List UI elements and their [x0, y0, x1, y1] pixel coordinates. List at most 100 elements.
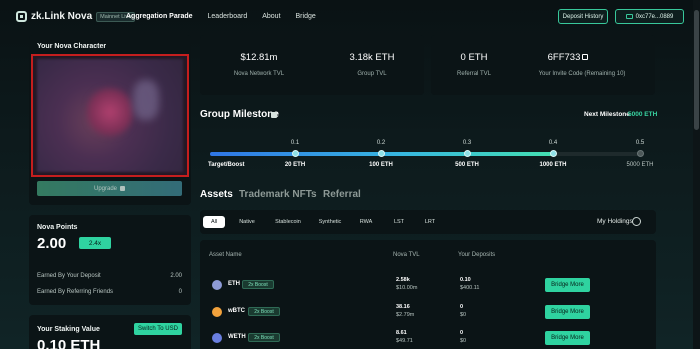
milestone-boost-2: 0.3: [462, 140, 472, 146]
token-icon-wbtc: [212, 307, 222, 317]
deposit-amount: 0.10: [460, 277, 471, 283]
nav-link-bridge[interactable]: Bridge: [296, 13, 316, 20]
upgrade-button[interactable]: Upgrade: [37, 181, 182, 196]
filter-native[interactable]: Native: [234, 216, 260, 228]
earned-by-referral-value: 0: [178, 289, 182, 295]
nova-tvl-amount: 8.61: [396, 330, 407, 336]
next-milestone-label: Next Milestone: [584, 111, 630, 118]
tab-assets[interactable]: Assets: [200, 189, 233, 200]
nova-points-value: 2.00: [37, 235, 67, 252]
filter-synthetic[interactable]: Synthetic: [316, 216, 344, 228]
token-name: wBTC: [228, 308, 245, 314]
deposit-amount: 0: [460, 304, 464, 310]
nova-tvl-label: Nova Network TVL: [233, 71, 285, 77]
earned-by-deposit-row: Earned By Your Deposit 2.00: [37, 273, 182, 279]
token-icon-weth: [212, 333, 222, 343]
milestone-dot-4: [636, 150, 644, 157]
referral-tvl-label: Referral TVL: [457, 71, 491, 77]
deposit-amount: 0: [460, 330, 464, 336]
top-nav: zk.Link Nova Mainnet Live Aggregation Pa…: [0, 0, 700, 34]
logo-icon: [16, 11, 27, 22]
wallet-icon: [625, 14, 633, 19]
milestone-dot-3: [549, 150, 557, 157]
boost-badge: 2x Boost: [248, 333, 280, 342]
tab-referral[interactable]: Referral: [323, 189, 361, 200]
character-accessory: [133, 80, 159, 120]
milestone-boost-4: 0.5: [635, 140, 645, 146]
token-icon-eth: [212, 280, 222, 290]
earned-by-referral-label: Earned By Referring Friends: [37, 289, 114, 295]
milestone-title: Group Milestone: [200, 109, 279, 120]
brand-name: zk.Link Nova: [31, 11, 93, 22]
deposit-usd: $400.11: [460, 285, 480, 291]
bridge-more-button[interactable]: Bridge More: [545, 278, 590, 292]
nova-tvl-amount: 38.16: [396, 304, 410, 310]
milestone-target-2: 500 ETH: [455, 162, 479, 168]
group-tvl-label: Group TVL: [357, 71, 387, 77]
nav-link-leaderboard[interactable]: Leaderboard: [208, 13, 248, 20]
milestone-target-0: 20 ETH: [284, 162, 306, 168]
milestone-dot-0: [291, 150, 299, 157]
milestone-progress-track: [210, 152, 642, 156]
wallet-address: 0xc77e...0889: [635, 13, 674, 20]
boost-badge: 2x Boost: [242, 280, 274, 289]
info-icon[interactable]: [271, 112, 277, 118]
nova-tvl-amount: 2.58k: [396, 277, 410, 283]
header-asset-name: Asset Name: [209, 252, 242, 258]
milestone-target-1: 100 ETH: [369, 162, 393, 168]
nova-tvl-usd: $2.79m: [396, 312, 415, 318]
header-nova-tvl: Nova TVL: [393, 252, 420, 258]
earned-by-deposit-label: Earned By Your Deposit: [37, 273, 101, 279]
target-boost-label: Target/Boost: [208, 162, 245, 168]
token-name: ETH: [228, 281, 240, 287]
milestone-dot-1: [377, 150, 385, 157]
boost-badge: 2x Boost: [248, 307, 280, 316]
filter-lrt[interactable]: LRT: [422, 216, 438, 228]
filter-lst[interactable]: LST: [391, 216, 407, 228]
referral-tvl-value: 0 ETH: [460, 52, 488, 63]
staking-value: 0.10 ETH: [37, 337, 101, 349]
upgrade-label: Upgrade: [93, 185, 117, 192]
deposit-usd: $0: [460, 338, 467, 344]
invite-code-value: 6FF733: [547, 52, 581, 63]
milestone-boost-1: 0.2: [376, 140, 386, 146]
milestone-target-4: 5000 ETH: [626, 162, 654, 168]
filter-all[interactable]: All: [203, 216, 225, 228]
milestone-dot-2: [463, 150, 471, 157]
my-holdings-toggle[interactable]: [632, 217, 641, 226]
bridge-more-button[interactable]: Bridge More: [545, 305, 590, 319]
tab-trademark-nfts[interactable]: Trademark NFTs: [239, 189, 317, 200]
character-figure: [87, 86, 133, 138]
deposit-usd: $0: [460, 312, 467, 318]
network-stats-panel: [200, 35, 424, 95]
group-tvl-value: 3.18k ETH: [349, 52, 395, 63]
scroll-thumb[interactable]: [694, 10, 699, 130]
nav-links: Aggregation Parade Leaderboard About Bri…: [126, 13, 331, 20]
points-boost-badge: 2.4x: [79, 237, 111, 249]
character-image: [31, 54, 189, 177]
nova-tvl-usd: $10.00m: [396, 285, 418, 291]
token-name: WETH: [228, 334, 246, 340]
switch-to-usd-button[interactable]: Switch To USD: [134, 323, 182, 335]
invite-code[interactable]: 6FF733: [528, 52, 608, 63]
milestone-boost-3: 0.4: [548, 140, 558, 146]
bridge-more-button[interactable]: Bridge More: [545, 331, 590, 345]
info-icon: [120, 186, 125, 191]
page-scrollbar[interactable]: [693, 0, 700, 349]
my-holdings-label: My Holdings: [597, 218, 633, 225]
nav-link-aggregation-parade[interactable]: Aggregation Parade: [126, 13, 193, 20]
next-milestone-value: 5000 ETH: [628, 111, 658, 118]
deposit-history-button[interactable]: Deposit History: [558, 9, 608, 24]
invite-code-label: Your Invite Code (Remaining 10): [538, 71, 626, 77]
header-your-deposits: Your Deposits: [458, 252, 496, 258]
milestone-boost-0: 0.1: [290, 140, 300, 146]
staking-title: Your Staking Value: [37, 326, 100, 333]
nav-link-about[interactable]: About: [262, 13, 280, 20]
brand-logo[interactable]: zk.Link Nova Mainnet Live: [16, 11, 136, 22]
wallet-button[interactable]: 0xc77e...0889: [615, 9, 684, 24]
nova-tvl-value: $12.81m: [240, 52, 278, 63]
filter-rwa[interactable]: RWA: [357, 216, 375, 228]
milestone-target-3: 1000 ETH: [539, 162, 567, 168]
copy-icon[interactable]: [582, 54, 589, 61]
filter-stablecoin[interactable]: Stablecoin: [271, 216, 305, 228]
